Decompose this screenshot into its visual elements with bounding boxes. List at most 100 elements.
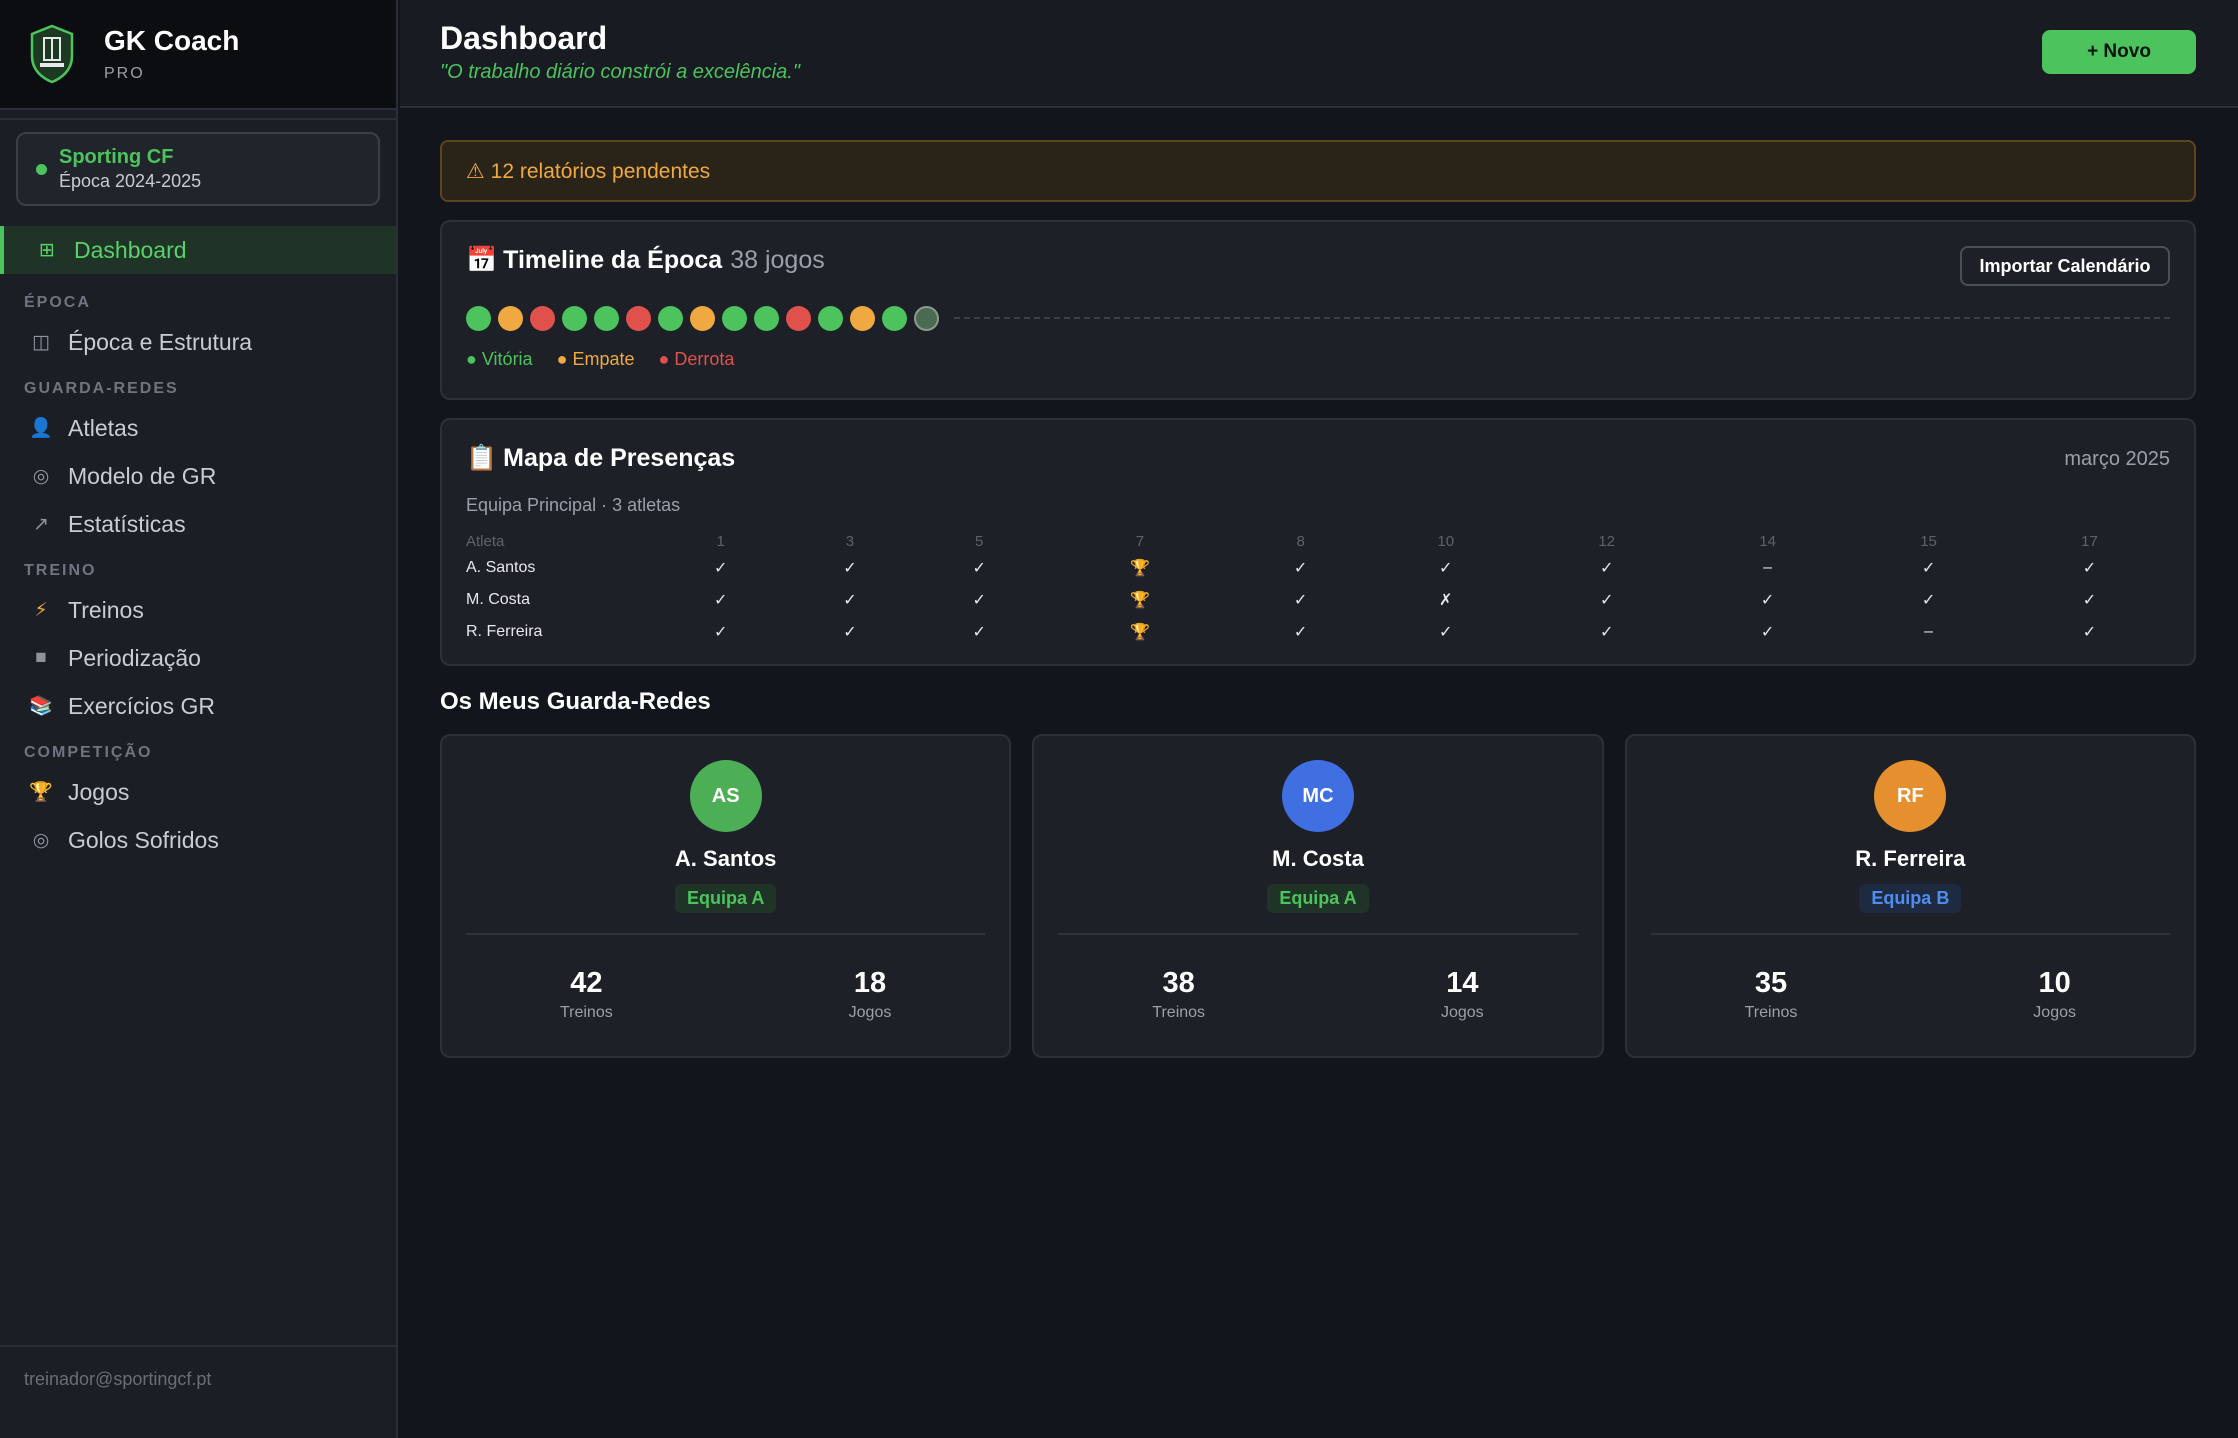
- attendance-cell[interactable]: ✓: [1687, 616, 1848, 648]
- sidebar-item-label: Estatísticas: [68, 510, 186, 537]
- motivational-quote: "O trabalho diário constrói a excelência…: [440, 61, 800, 83]
- attendance-cell[interactable]: ✓: [1526, 552, 1687, 584]
- club-selector[interactable]: Sporting CF Época 2024-2025: [16, 132, 380, 206]
- avatar: MC: [1281, 760, 1354, 832]
- match-result-win[interactable]: [594, 305, 619, 331]
- games-count: 14: [1446, 967, 1479, 999]
- attendance-cell[interactable]: ✓: [2009, 584, 2170, 616]
- target-icon: ◎: [32, 465, 50, 487]
- attendance-cell[interactable]: ✓: [785, 616, 914, 648]
- match-result-loss[interactable]: [626, 305, 651, 331]
- trainings-label: Treinos: [1744, 1004, 1798, 1021]
- attendance-cell[interactable]: ✓: [915, 584, 1044, 616]
- attendance-month: março 2025: [2064, 448, 2170, 470]
- attendance-cell[interactable]: ✓: [1848, 552, 2009, 584]
- day-column-header: 7: [1135, 532, 1145, 550]
- attendance-cell[interactable]: ✓: [1848, 584, 2009, 616]
- import-calendar-button[interactable]: Importar Calendário: [1960, 246, 2170, 286]
- attendance-cell[interactable]: ✓: [1526, 584, 1687, 616]
- attendance-cell[interactable]: ✓: [1526, 616, 1687, 648]
- trainings-count: 35: [1754, 967, 1788, 999]
- day-column-header: 12: [1598, 532, 1615, 550]
- games-stat: 14 Jogos: [1441, 967, 1484, 1022]
- attendance-cell[interactable]: ✓: [656, 552, 785, 584]
- match-result-loss[interactable]: [786, 305, 811, 331]
- timeline-results: [466, 303, 2170, 333]
- games-stat: 18 Jogos: [849, 967, 892, 1022]
- goalkeeper-card[interactable]: RF R. Ferreira Equipa B 35 Treinos 10 Jogos: [1624, 734, 2196, 1058]
- grid-icon: ⊞: [39, 239, 55, 261]
- calendar-icon: 📅: [466, 246, 498, 274]
- day-column-header: 5: [975, 532, 984, 550]
- sidebar-item-label: Jogos: [68, 778, 130, 805]
- attendance-cell[interactable]: ✗: [1365, 584, 1526, 616]
- day-column-header: 10: [1437, 532, 1455, 550]
- attendance-cell[interactable]: ✓: [1236, 552, 1365, 584]
- match-result-draw[interactable]: [498, 305, 523, 331]
- attendance-cell[interactable]: ✓: [785, 552, 914, 584]
- legend-win: ● Vitória: [466, 349, 533, 369]
- brand-tier: PRO: [104, 65, 145, 82]
- day-column-header: 1: [716, 532, 725, 550]
- sidebar-item-atletas[interactable]: 👤 Atletas: [0, 404, 396, 452]
- attendance-cell[interactable]: ✓: [1236, 616, 1365, 648]
- attendance-cell[interactable]: –: [1687, 552, 1848, 584]
- match-result-win[interactable]: [818, 305, 843, 331]
- trainings-label: Treinos: [1152, 1004, 1206, 1021]
- attendance-cell[interactable]: ✓: [656, 616, 785, 648]
- attendance-cell[interactable]: ✓: [915, 552, 1044, 584]
- main-content: Dashboard "O trabalho diário constrói a …: [400, 0, 2238, 1438]
- new-button[interactable]: + Novo: [2042, 30, 2196, 74]
- games-label: Jogos: [2033, 1004, 2076, 1021]
- page-title: Dashboard: [440, 20, 608, 56]
- match-result-next[interactable]: [914, 305, 939, 331]
- sidebar: GK Coach PRO Sporting CF Época 2024-2025…: [0, 0, 398, 1438]
- attendance-cell[interactable]: ✓: [915, 616, 1044, 648]
- match-result-win[interactable]: [754, 305, 779, 331]
- match-result-win[interactable]: [722, 305, 747, 331]
- goalkeeper-card[interactable]: AS A. Santos Equipa A 42 Treinos 18 Jogos: [440, 734, 1012, 1058]
- match-result-draw[interactable]: [850, 305, 875, 331]
- attendance-cell[interactable]: ✓: [1687, 584, 1848, 616]
- sidebar-item-estatisticas[interactable]: ↗ Estatísticas: [0, 500, 396, 548]
- sidebar-item-label: Treinos: [68, 596, 144, 623]
- attendance-cell[interactable]: –: [1848, 616, 2009, 648]
- match-result-loss[interactable]: [530, 305, 555, 331]
- trainings-count: 42: [570, 967, 603, 999]
- attendance-cell[interactable]: ✓: [1236, 584, 1365, 616]
- sidebar-item-exercicios-gr[interactable]: 📚 Exercícios GR: [0, 682, 396, 730]
- attendance-cell[interactable]: ✓: [2009, 552, 2170, 584]
- match-result-win[interactable]: [562, 305, 587, 331]
- sidebar-item-periodizacao[interactable]: ■ Periodização: [0, 634, 396, 682]
- sidebar-item-golos-sofridos[interactable]: ◎ Golos Sofridos: [0, 816, 396, 864]
- sidebar-item-dashboard[interactable]: ⊞ Dashboard: [0, 226, 396, 274]
- sidebar-item-modelo-gr[interactable]: ◎ Modelo de GR: [0, 452, 396, 500]
- attendance-cell[interactable]: ✓: [1365, 616, 1526, 648]
- match-result-draw[interactable]: [690, 305, 715, 331]
- match-result-win[interactable]: [658, 305, 683, 331]
- table-row: A. Santos ✓ ✓ ✓ 🏆 ✓ ✓ ✓ – ✓ ✓: [466, 552, 2170, 584]
- attendance-cell[interactable]: 🏆: [1044, 552, 1236, 584]
- sidebar-item-treinos[interactable]: ⚡ Treinos: [0, 586, 396, 634]
- pending-reports-alert[interactable]: ⚠ 12 relatórios pendentes: [440, 140, 2196, 202]
- trainings-count: 38: [1162, 967, 1195, 999]
- square-icon: ■: [35, 647, 47, 668]
- attendance-cell[interactable]: ✓: [785, 584, 914, 616]
- match-result-win[interactable]: [882, 305, 907, 331]
- attendance-cell[interactable]: ✓: [2009, 616, 2170, 648]
- team-badge: Equipa A: [1267, 884, 1369, 913]
- trainings-stat: 38 Treinos: [1152, 967, 1205, 1022]
- timeline-legend: ● Vitória ● Empate ● Derrota: [466, 349, 2170, 370]
- attendance-cell[interactable]: ✓: [1365, 552, 1526, 584]
- season-timeline-card: 📅 Timeline da Época 38 jogos Importar Ca…: [440, 220, 2196, 400]
- day-column-header: 8: [1296, 532, 1305, 550]
- goalkeeper-card[interactable]: MC M. Costa Equipa A 38 Treinos 14 Jogos: [1032, 734, 1604, 1058]
- attendance-cell[interactable]: 🏆: [1044, 616, 1236, 648]
- table-row: M. Costa ✓ ✓ ✓ 🏆 ✓ ✗ ✓ ✓ ✓ ✓: [466, 584, 2170, 616]
- attendance-cell[interactable]: 🏆: [1044, 584, 1236, 616]
- sidebar-item-epoca-estrutura[interactable]: ◫ Época e Estrutura: [0, 318, 396, 366]
- match-result-win[interactable]: [466, 305, 491, 331]
- trend-arrow-icon: ↗: [33, 513, 49, 535]
- attendance-cell[interactable]: ✓: [656, 584, 785, 616]
- sidebar-item-jogos[interactable]: 🏆 Jogos: [0, 768, 396, 816]
